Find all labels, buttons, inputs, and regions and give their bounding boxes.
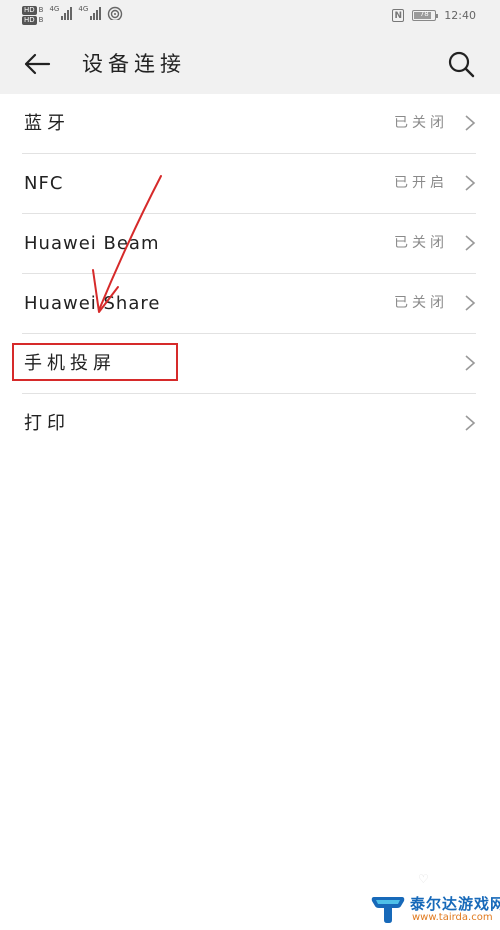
settings-item-nfc[interactable]: NFC 已开启: [22, 154, 476, 214]
signal-strength-icon-2: 4G: [78, 5, 102, 20]
chevron-right-icon: [465, 115, 476, 131]
settings-item-status: 已关闭: [394, 115, 448, 131]
hd-indicators: HD B HD B: [22, 6, 43, 25]
settings-item-label: Huawei Beam: [24, 233, 160, 254]
hd-badge: HD: [22, 6, 37, 15]
settings-item-label: 蓝牙: [24, 113, 70, 134]
status-bar: HD B HD B 4G 4G N 78 12:40: [0, 0, 500, 34]
sim-label: B: [38, 6, 44, 14]
clock: 12:40: [444, 9, 476, 22]
search-icon: [448, 51, 475, 78]
nfc-icon: N: [392, 9, 405, 22]
wifi-icon: [108, 6, 123, 20]
settings-item-status: 已关闭: [394, 295, 448, 311]
settings-item-label: 打印: [24, 413, 70, 434]
back-button[interactable]: [20, 48, 54, 80]
settings-item-bluetooth[interactable]: 蓝牙 已关闭: [22, 94, 476, 154]
network-type: 4G: [78, 5, 89, 13]
chevron-right-icon: [465, 415, 476, 431]
network-type: 4G: [49, 5, 60, 13]
settings-item-huawei-share[interactable]: Huawei Share 已关闭: [22, 274, 476, 334]
chevron-right-icon: [465, 295, 476, 311]
settings-item-huawei-beam[interactable]: Huawei Beam 已关闭: [22, 214, 476, 274]
settings-item-label: NFC: [24, 173, 64, 194]
settings-item-print[interactable]: 打印: [22, 394, 476, 453]
signal-strength-icon-1: 4G: [49, 5, 73, 20]
status-bar-left: HD B HD B 4G 4G: [22, 6, 123, 25]
settings-item-label: Huawei Share: [24, 293, 161, 314]
app-bar: 设备连接: [0, 34, 500, 94]
settings-list: 蓝牙 已关闭 NFC 已开启 Huawei Beam 已关闭 Huawei Sh…: [0, 94, 500, 453]
settings-item-status: 已关闭: [394, 235, 448, 251]
watermark: 泰尔达游戏网 www.tairda.com: [370, 892, 500, 926]
watermark-url: www.tairda.com: [412, 912, 493, 923]
search-button[interactable]: [444, 48, 478, 80]
page-title: 设备连接: [82, 52, 186, 76]
watermark-logo-icon: [371, 897, 405, 923]
status-bar-right: N 78 12:40: [392, 9, 476, 22]
chevron-right-icon: [465, 175, 476, 191]
hd-indicator-1: HD B: [22, 6, 43, 15]
watermark-name: 泰尔达游戏网: [410, 895, 500, 913]
battery-level: 78: [419, 10, 429, 18]
hd-indicator-2: HD B: [22, 16, 43, 25]
chevron-right-icon: [465, 355, 476, 371]
watermark-faint-icon: ♡: [418, 872, 429, 886]
battery-icon: 78: [412, 10, 439, 21]
hd-badge: HD: [22, 16, 37, 25]
sim-label: B: [38, 16, 44, 24]
settings-item-status: 已开启: [394, 175, 448, 191]
highlight-box: [12, 343, 178, 381]
arrow-left-icon: [24, 53, 51, 75]
chevron-right-icon: [465, 235, 476, 251]
